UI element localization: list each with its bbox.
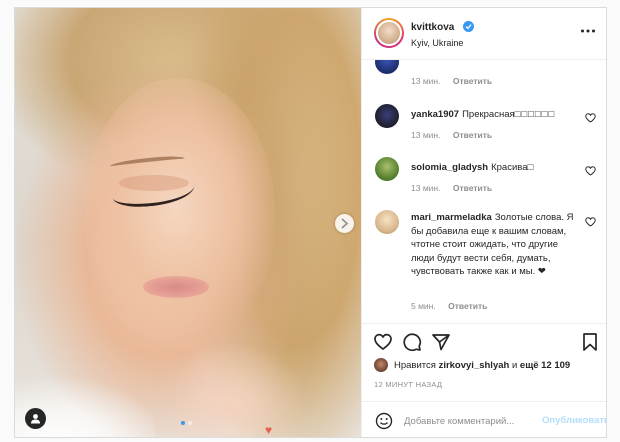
photo-heart-tattoo: ♥: [265, 423, 273, 437]
post-photo[interactable]: ♥: [15, 8, 361, 437]
post-location[interactable]: Kyiv, Ukraine: [411, 38, 463, 48]
reply-button[interactable]: Ответить: [453, 76, 492, 86]
reply-button[interactable]: Ответить: [448, 301, 487, 311]
photo-neck: [175, 338, 325, 437]
likes-middle: и: [511, 360, 518, 371]
comment-meta: 13 мин. Ответить: [411, 76, 492, 86]
like-comment-heart-icon[interactable]: [585, 113, 596, 123]
comment-body: Красива: [491, 162, 528, 173]
post-actions-bar: [362, 326, 606, 356]
commenter-username[interactable]: yanka1907: [411, 109, 459, 120]
reply-button[interactable]: Ответить: [453, 130, 492, 140]
comment-meta: 13 мин. Ответить: [411, 183, 492, 193]
user-tag-button[interactable]: [25, 408, 46, 429]
liker-avatar[interactable]: [374, 358, 388, 372]
like-comment-heart-icon[interactable]: [585, 217, 596, 227]
carousel-dot: [188, 421, 192, 425]
more-options-icon[interactable]: [580, 28, 596, 34]
like-comment-heart-icon[interactable]: [585, 166, 596, 176]
post-sidebar: kvittkova Kyiv, Ukraine 13 мин. Ответить: [361, 8, 606, 437]
commenter-avatar[interactable]: [375, 60, 399, 74]
comment-time: 13 мин.: [411, 183, 441, 193]
emoji-icon[interactable]: [375, 412, 393, 430]
comment-meta: 13 мин. Ответить: [411, 130, 492, 140]
likes-summary: Нравится zirkovyi_shlyah и ещё 12 109: [374, 358, 604, 374]
liker-username[interactable]: zirkovyi_shlyah: [439, 360, 510, 371]
photo-face: [85, 78, 275, 348]
comment-time: 13 мин.: [411, 130, 441, 140]
reply-button[interactable]: Ответить: [453, 183, 492, 193]
commenter-avatar[interactable]: [375, 157, 399, 181]
comment-text: yanka1907 Прекрасная□□□□□□: [411, 109, 556, 120]
comment-time: 13 мин.: [411, 76, 441, 86]
post-header: kvittkova Kyiv, Ukraine: [362, 8, 606, 60]
commenter-avatar[interactable]: [375, 104, 399, 128]
bookmark-icon[interactable]: [580, 332, 600, 352]
comment-meta: 5 мин. Ответить: [411, 301, 487, 311]
comments-list[interactable]: 13 мин. Ответить yanka1907 Прекрасная□□□□…: [362, 60, 606, 324]
commenter-avatar[interactable]: [375, 210, 399, 234]
comment-text: solomia_gladysh Красива□: [411, 162, 534, 173]
commenter-username[interactable]: solomia_gladysh: [411, 162, 488, 173]
likes-count-link[interactable]: ещё 12 109: [520, 360, 570, 371]
instagram-post: ♥ kvittkova Kyiv, Ukraine 13 мин. Ответи…: [14, 7, 607, 438]
verified-badge-icon: [463, 21, 474, 32]
comment-icon[interactable]: [402, 332, 422, 352]
commenter-username[interactable]: mari_marmeladka: [411, 212, 492, 223]
author-username[interactable]: kvittkova: [411, 22, 454, 33]
author-avatar[interactable]: [374, 18, 404, 48]
comment-input[interactable]: [404, 412, 544, 430]
photo-lips: [143, 276, 209, 298]
comment-text: mari_marmeladka Золотые слова. Я бы добав…: [411, 211, 579, 279]
likes-text: Нравится zirkovyi_shlyah и ещё 12 109: [394, 360, 570, 371]
heart-icon[interactable]: [373, 332, 393, 352]
comment-body: Прекрасная: [462, 109, 515, 120]
chevron-right-icon: [341, 218, 349, 229]
likes-prefix: Нравится: [394, 360, 436, 371]
carousel-dot-active: [181, 421, 185, 425]
next-image-button[interactable]: [335, 214, 354, 233]
user-tag-icon: [31, 414, 40, 424]
carousel-indicator: [181, 421, 192, 425]
comment-time: 5 мин.: [411, 301, 436, 311]
share-icon[interactable]: [431, 332, 451, 352]
add-comment-form: Опубликовать: [362, 401, 606, 437]
post-timestamp[interactable]: 12 МИНУТ НАЗАД: [374, 380, 442, 389]
publish-button[interactable]: Опубликовать: [542, 415, 606, 426]
